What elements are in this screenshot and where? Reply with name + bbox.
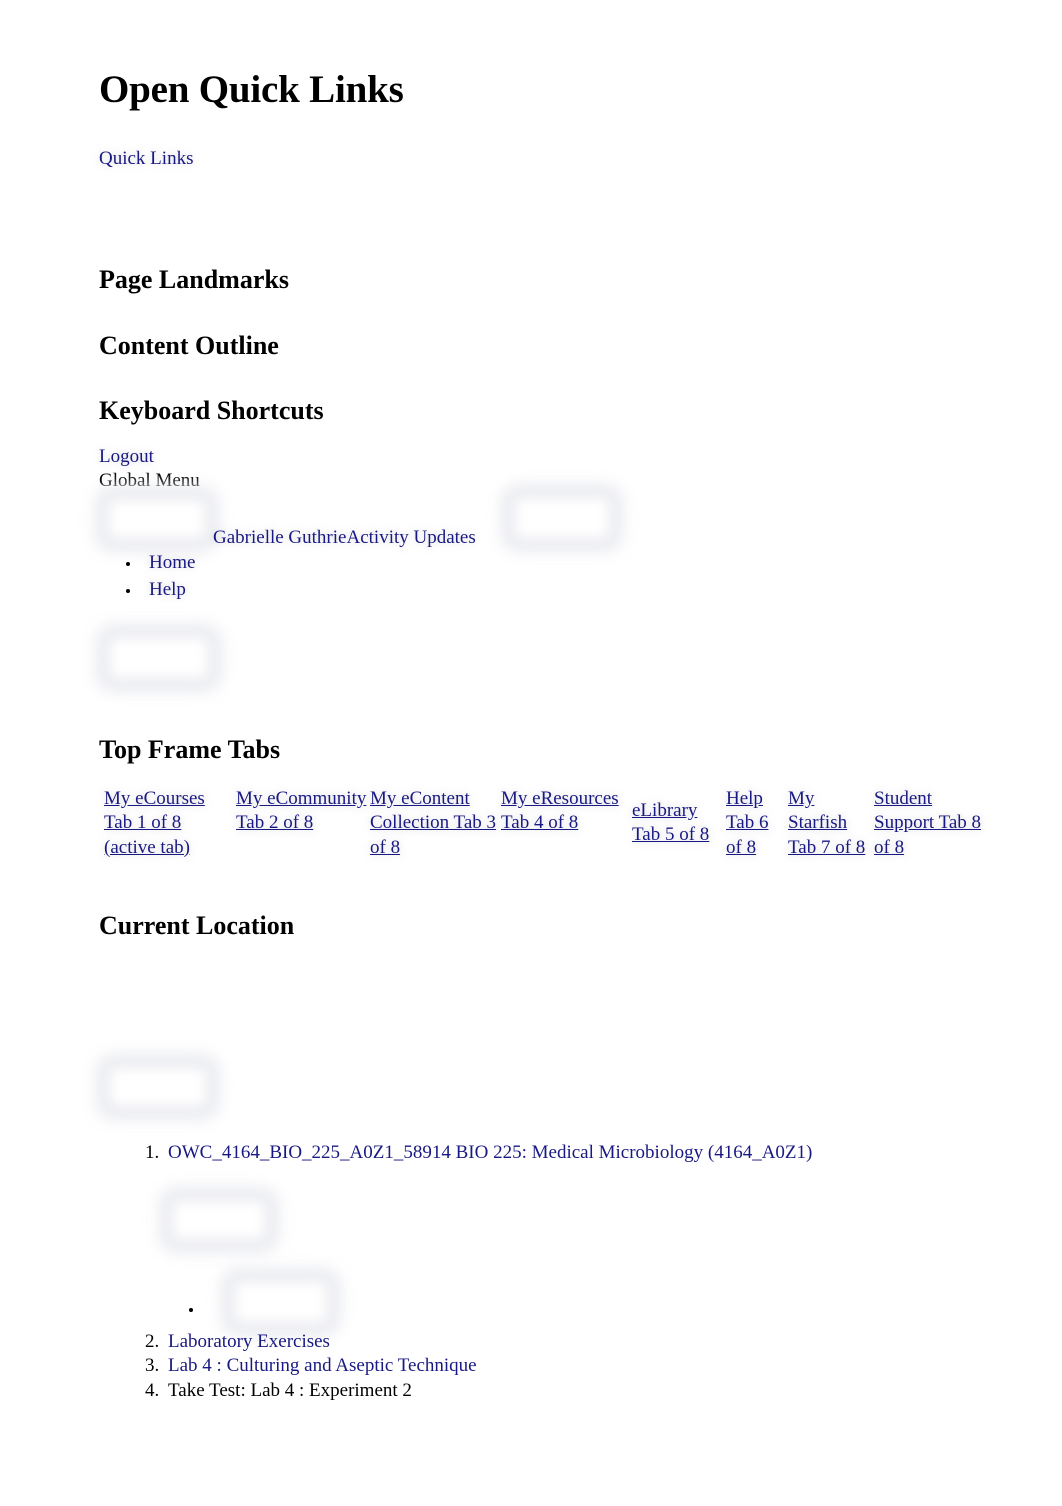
breadcrumb-course-link[interactable]: OWC_4164_BIO_225_A0Z1_58914 BIO 225: Med… xyxy=(168,1142,812,1163)
redacted-image-globalmenu xyxy=(100,628,218,688)
logout-link[interactable]: Logout xyxy=(99,445,154,469)
breadcrumb-laboratory-exercises-link[interactable]: Laboratory Exercises xyxy=(168,1331,330,1352)
page-landmarks-heading: Page Landmarks xyxy=(99,265,289,294)
page-title: Open Quick Links xyxy=(99,68,404,111)
top-frame-tabs-heading: Top Frame Tabs xyxy=(99,735,281,764)
list-item[interactable]: Help xyxy=(141,577,195,604)
user-name-link[interactable]: Gabrielle Guthrie xyxy=(213,527,346,548)
redacted-image-avatar xyxy=(99,490,215,548)
list-item: Take Test: Lab 4 : Experiment 2 xyxy=(164,1379,812,1404)
content-outline-heading: Content Outline xyxy=(99,331,279,360)
tab-student-support[interactable]: Student Support Tab 8 of 8 xyxy=(874,787,994,860)
breadcrumb-lab4-link[interactable]: Lab 4 : Culturing and Aseptic Technique xyxy=(168,1355,477,1376)
breadcrumb-current-page: Take Test: Lab 4 : Experiment 2 xyxy=(168,1380,412,1402)
tab-my-ecommunity[interactable]: My eCommunity Tab 2 of 8 xyxy=(236,787,370,836)
breadcrumb-sub-list xyxy=(182,1297,204,1316)
quick-links-link[interactable]: Quick Links xyxy=(99,147,193,171)
top-frame-tabs: My eCourses Tab 1 of 8 (active tab) My e… xyxy=(104,787,1044,860)
help-link[interactable]: Help xyxy=(149,579,186,600)
tab-my-eresources[interactable]: My eResources Tab 4 of 8 xyxy=(501,787,632,836)
tab-my-ecourses[interactable]: My eCourses Tab 1 of 8 (active tab) xyxy=(104,787,236,860)
redacted-image-activity xyxy=(505,488,619,548)
list-item[interactable]: OWC_4164_BIO_225_A0Z1_58914 BIO 225: Med… xyxy=(164,1141,812,1166)
list-item[interactable]: Home xyxy=(141,550,195,577)
current-location-heading: Current Location xyxy=(99,911,295,940)
user-row: Gabrielle GuthrieActivity Updates xyxy=(213,526,476,550)
list-item[interactable]: Laboratory Exercises xyxy=(164,1330,812,1355)
home-link[interactable]: Home xyxy=(149,552,195,573)
redacted-image-breadcrumb-home xyxy=(100,1058,216,1116)
tab-my-econtent-collection[interactable]: My eContent Collection Tab 3 of 8 xyxy=(370,787,501,860)
list-item[interactable]: Lab 4 : Culturing and Aseptic Technique xyxy=(164,1354,812,1379)
quick-links-page: Open Quick Links Quick Links Page Landma… xyxy=(0,0,1062,1506)
tab-elibrary[interactable]: eLibrary Tab 5 of 8 xyxy=(632,787,726,848)
tab-help[interactable]: Help Tab 6 of 8 xyxy=(726,787,788,860)
activity-updates-link[interactable]: Activity Updates xyxy=(346,527,475,548)
breadcrumb: OWC_4164_BIO_225_A0Z1_58914 BIO 225: Med… xyxy=(136,1141,812,1404)
tab-my-starfish[interactable]: My Starfish Tab 7 of 8 xyxy=(788,787,874,860)
keyboard-shortcuts-heading: Keyboard Shortcuts xyxy=(99,396,324,425)
global-menu-list: Home Help xyxy=(119,550,195,603)
